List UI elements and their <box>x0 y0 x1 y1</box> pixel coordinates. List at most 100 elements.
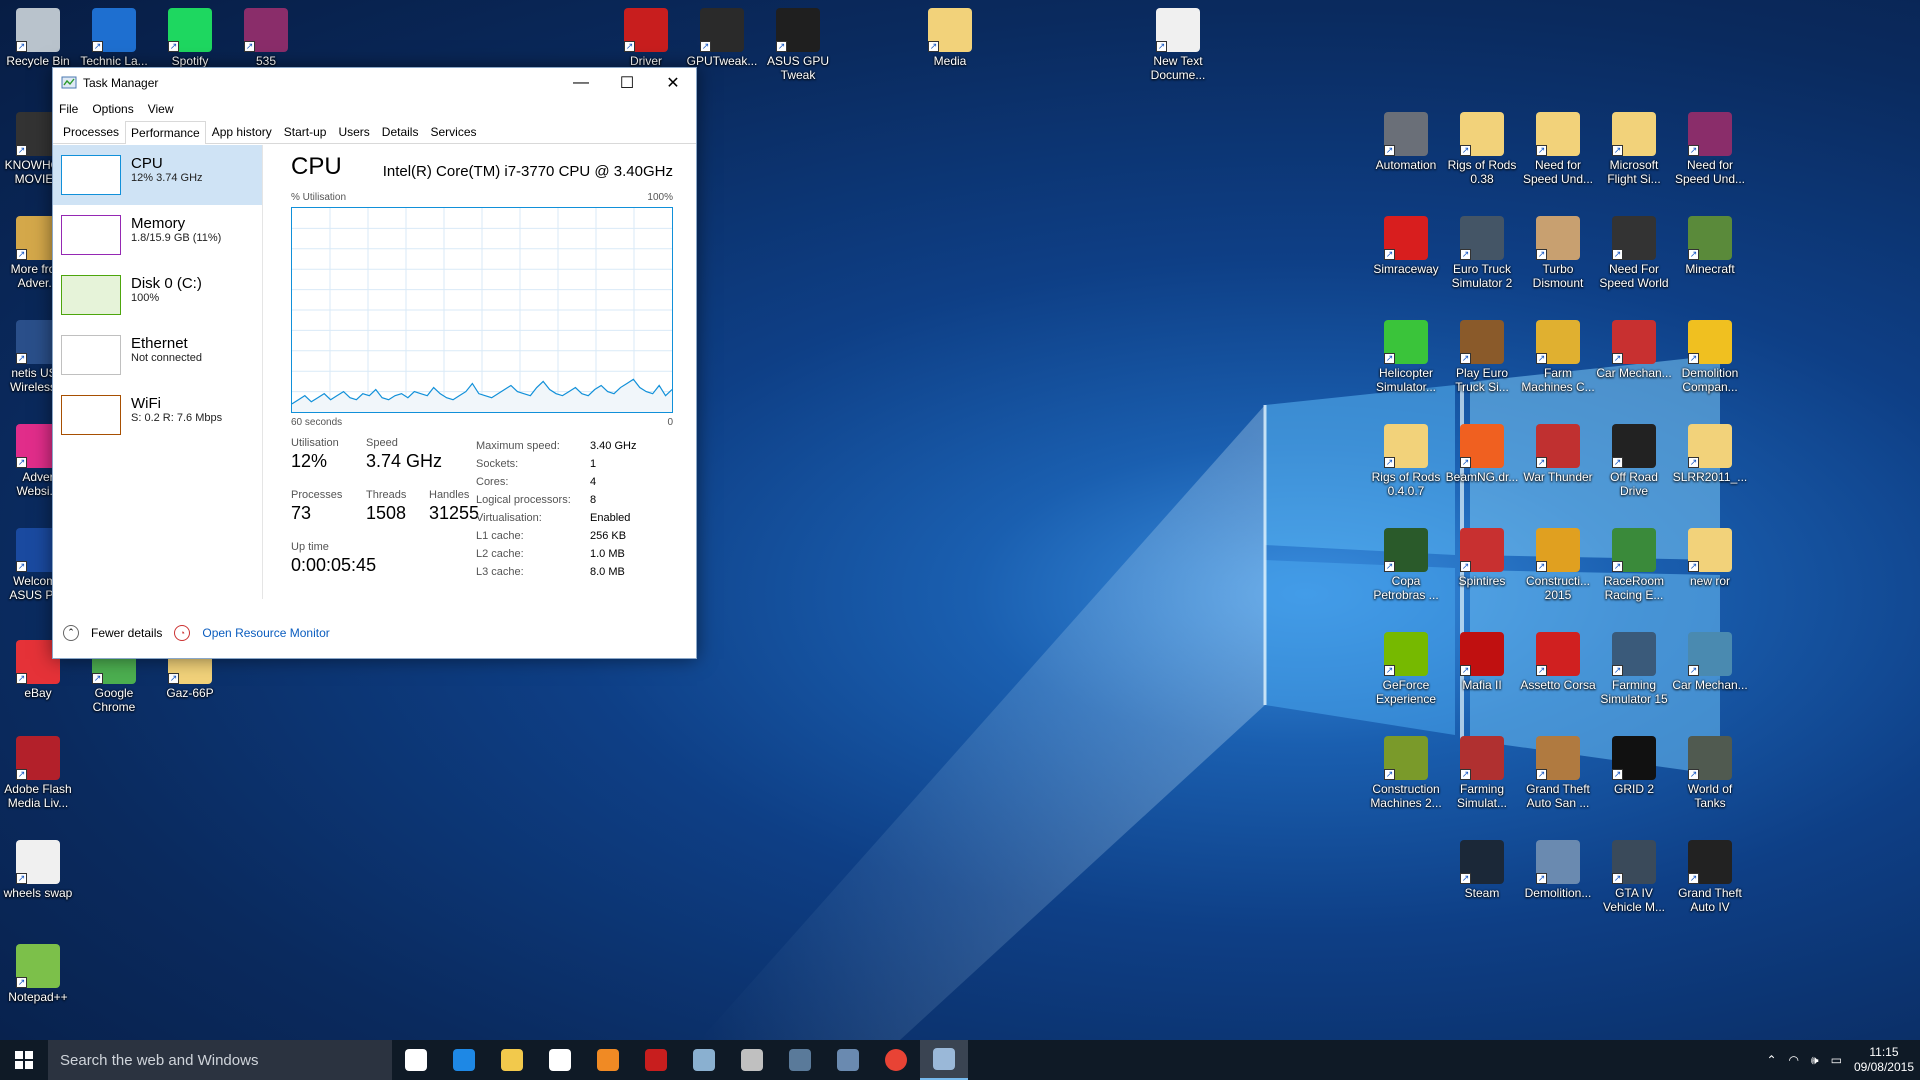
volume-icon[interactable]: 🕪 <box>1811 1053 1819 1068</box>
tab-users[interactable]: Users <box>332 120 375 143</box>
desktop-icon[interactable]: ↗ Need for Speed Und... <box>1672 112 1748 186</box>
task-manager-window[interactable]: Task Manager — ☐ ✕ File Options View Pro… <box>52 67 697 659</box>
desktop-icon[interactable]: ↗ 535 <box>228 8 304 68</box>
search-box[interactable]: Search the web and Windows <box>48 1040 392 1080</box>
desktop-icon[interactable]: ↗ Simraceway <box>1368 216 1444 276</box>
desktop-icon[interactable]: ↗ ASUS GPU Tweak <box>760 8 836 82</box>
chevron-up-icon[interactable]: ⌃ <box>63 624 79 641</box>
desktop-icon[interactable]: ↗ Farm Machines C... <box>1520 320 1596 394</box>
desktop-icon[interactable]: ↗ Assetto Corsa <box>1520 632 1596 692</box>
tab-app-history[interactable]: App history <box>206 120 278 143</box>
clock[interactable]: 11:15 09/08/2015 <box>1854 1045 1914 1075</box>
desktop-icon[interactable]: ↗ Spintires <box>1444 528 1520 588</box>
title-bar[interactable]: Task Manager — ☐ ✕ <box>53 68 696 98</box>
desktop-icon[interactable]: ↗ SLRR2011_... <box>1672 424 1748 484</box>
desktop-icon[interactable]: ↗ Helicopter Simulator... <box>1368 320 1444 394</box>
taskbar-media-button[interactable] <box>584 1040 632 1080</box>
tab-startup[interactable]: Start-up <box>278 120 333 143</box>
desktop-icon[interactable]: ↗ GPUTweak... <box>684 8 760 68</box>
desktop-icon[interactable]: ↗ Microsoft Flight Si... <box>1596 112 1672 186</box>
taskbar-truck-button[interactable] <box>824 1040 872 1080</box>
desktop-icon[interactable]: ↗ Need For Speed World <box>1596 216 1672 290</box>
spec-row: Virtualisation: Enabled <box>476 509 636 527</box>
taskbar-driver-button[interactable] <box>632 1040 680 1080</box>
desktop-icon[interactable]: ↗ Farming Simulat... <box>1444 736 1520 810</box>
desktop-icon[interactable]: ↗ New Text Docume... <box>1140 8 1216 82</box>
desktop-icon[interactable]: ↗ World of Tanks <box>1672 736 1748 810</box>
menu-options[interactable]: Options <box>92 102 133 116</box>
wifi-icon[interactable]: ◠ <box>1789 1053 1799 1067</box>
desktop-icon[interactable]: ↗ Mafia II <box>1444 632 1520 692</box>
menu-file[interactable]: File <box>59 102 78 116</box>
taskbar-gpu-tweak-button[interactable] <box>680 1040 728 1080</box>
desktop-icon[interactable]: ↗ Demolition Compan... <box>1672 320 1748 394</box>
desktop-icon[interactable]: ↗ Media <box>912 8 988 68</box>
tab-details[interactable]: Details <box>376 120 425 143</box>
start-button[interactable] <box>0 1040 48 1080</box>
notification-icon[interactable]: ▭ <box>1831 1053 1842 1067</box>
desktop-icon[interactable]: ↗ Construction Machines 2... <box>1368 736 1444 810</box>
open-resource-monitor-link[interactable]: Open Resource Monitor <box>202 626 329 640</box>
tab-processes[interactable]: Processes <box>57 120 125 143</box>
taskbar-store-button[interactable] <box>536 1040 584 1080</box>
resource-item-wifi[interactable]: WiFi S: 0.2 R: 7.6 Mbps <box>53 385 262 445</box>
tab-services[interactable]: Services <box>424 120 482 143</box>
desktop-icon[interactable]: ↗ wheels swap <box>0 840 76 900</box>
fewer-details-link[interactable]: Fewer details <box>91 626 162 640</box>
stat-threads-value: 1508 <box>366 503 407 523</box>
spec-value: Enabled <box>590 512 631 524</box>
minimize-button[interactable]: — <box>558 68 604 98</box>
menu-view[interactable]: View <box>148 102 174 116</box>
taskbar-beamng-button[interactable] <box>728 1040 776 1080</box>
desktop-icon[interactable]: ↗ Play Euro Truck Si... <box>1444 320 1520 394</box>
taskbar-chrome-button[interactable] <box>872 1040 920 1080</box>
desktop-icon[interactable]: ↗ BeamNG.dr... <box>1444 424 1520 484</box>
desktop-icon[interactable]: ↗ GRID 2 <box>1596 736 1672 796</box>
desktop-icon[interactable]: ↗ Minecraft <box>1672 216 1748 276</box>
desktop-icon[interactable]: ↗ Grand Theft Auto San ... <box>1520 736 1596 810</box>
desktop-icon[interactable]: ↗ Demolition... <box>1520 840 1596 900</box>
system-tray: ⌃ ◠ 🕪 ▭ 11:15 09/08/2015 <box>1766 1040 1914 1080</box>
desktop-icon[interactable]: ↗ Farming Simulator 15 <box>1596 632 1672 706</box>
desktop-icon[interactable]: ↗ Adobe Flash Media Liv... <box>0 736 76 810</box>
taskbar-steam-button[interactable] <box>776 1040 824 1080</box>
desktop-icon[interactable]: ↗ GTA IV Vehicle M... <box>1596 840 1672 914</box>
desktop-icon[interactable]: ↗ RaceRoom Racing E... <box>1596 528 1672 602</box>
desktop-icon[interactable]: ↗ Car Mechan... <box>1672 632 1748 692</box>
desktop-icon[interactable]: ↗ Off Road Drive <box>1596 424 1672 498</box>
desktop-icon[interactable]: ↗ Spotify <box>152 8 228 68</box>
desktop-icon[interactable]: ↗ Car Mechan... <box>1596 320 1672 380</box>
tab-performance[interactable]: Performance <box>125 121 206 144</box>
desktop-icon[interactable]: ↗ Constructi... 2015 <box>1520 528 1596 602</box>
desktop-icon[interactable]: ↗ Recycle Bin <box>0 8 76 68</box>
desktop-icon[interactable]: ↗ Rigs of Rods 0.38 <box>1444 112 1520 186</box>
desktop-icon[interactable]: ↗ War Thunder <box>1520 424 1596 484</box>
maximize-button[interactable]: ☐ <box>604 68 650 98</box>
resource-item-cpu[interactable]: CPU 12% 3.74 GHz <box>53 145 262 205</box>
desktop-icon[interactable]: ↗ new ror <box>1672 528 1748 588</box>
desktop-icon[interactable]: ↗ Grand Theft Auto IV <box>1672 840 1748 914</box>
desktop-icon[interactable]: ↗ Technic La... <box>76 8 152 68</box>
desktop-icon[interactable]: ↗ Turbo Dismount <box>1520 216 1596 290</box>
desktop-icon[interactable]: ↗ Need for Speed Und... <box>1520 112 1596 186</box>
desktop-icon-label: Demolition... <box>1524 886 1592 900</box>
desktop-icon[interactable]: ↗ Notepad++ <box>0 944 76 1004</box>
taskbar-edge-button[interactable] <box>440 1040 488 1080</box>
close-button[interactable]: ✕ <box>650 68 696 98</box>
resource-item-disk[interactable]: Disk 0 (C:) 100% <box>53 265 262 325</box>
taskbar-file-explorer-button[interactable] <box>488 1040 536 1080</box>
taskbar-task-manager-button[interactable] <box>920 1040 968 1080</box>
desktop-icon[interactable]: ↗ GeForce Experience <box>1368 632 1444 706</box>
resource-item-ethernet[interactable]: Ethernet Not connected <box>53 325 262 385</box>
desktop-icon[interactable]: ↗ Steam <box>1444 840 1520 900</box>
desktop-icon[interactable]: ↗ Copa Petrobras ... <box>1368 528 1444 602</box>
desktop-icon[interactable]: ↗ Rigs of Rods 0.4.0.7 <box>1368 424 1444 498</box>
chevron-up-icon[interactable]: ⌃ <box>1766 1053 1776 1067</box>
spec-key: L2 cache: <box>476 548 524 560</box>
desktop-icon[interactable]: ↗ Driver <box>608 8 684 68</box>
taskbar-task-view-button[interactable] <box>392 1040 440 1080</box>
app-icon: ↗ <box>928 8 972 52</box>
desktop-icon[interactable]: ↗ Euro Truck Simulator 2 <box>1444 216 1520 290</box>
resource-item-memory[interactable]: Memory 1.8/15.9 GB (11%) <box>53 205 262 265</box>
desktop-icon[interactable]: ↗ Automation <box>1368 112 1444 172</box>
